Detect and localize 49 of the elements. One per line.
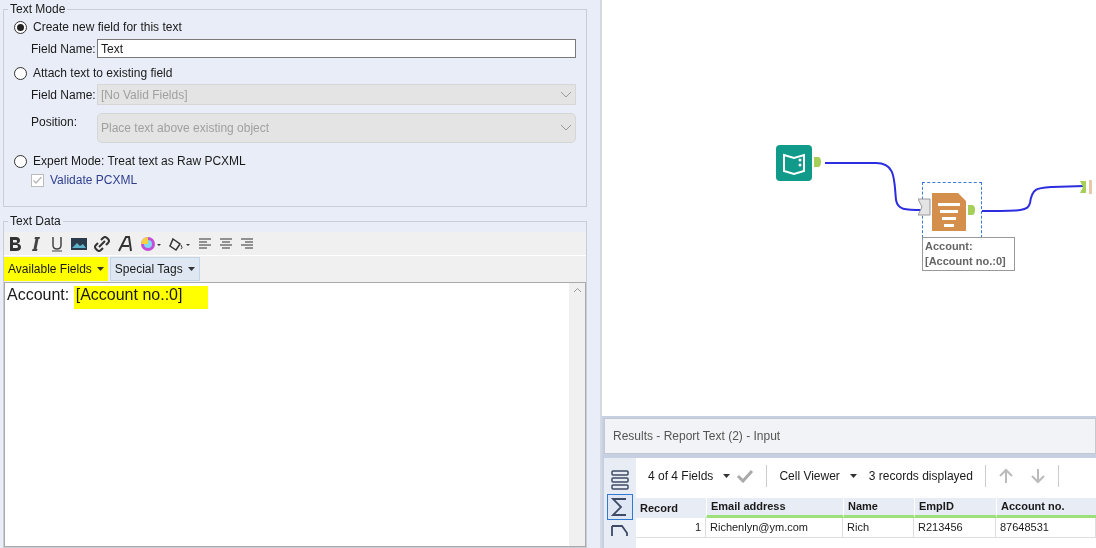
group-legend: Text Mode xyxy=(8,2,68,16)
table-cell: Richenlyn@ym.com xyxy=(706,518,843,537)
radio-label[interactable]: Attach text to existing field xyxy=(33,64,173,82)
caret-icon[interactable] xyxy=(96,267,104,271)
list-icon[interactable] xyxy=(610,470,630,490)
menu-button[interactable]: Available Fields xyxy=(4,257,108,281)
radio-label[interactable]: Create new field for this text xyxy=(33,18,182,36)
scrollbar[interactable] xyxy=(569,283,585,546)
fields-dropdown[interactable]: 4 of 4 Fields xyxy=(648,467,731,485)
records-count: 3 records displayed xyxy=(868,468,973,485)
field-label: Field Name: xyxy=(31,40,97,58)
column-header[interactable]: Record xyxy=(636,498,706,518)
table-cell: 87648531 xyxy=(996,518,1096,537)
align-right-icon[interactable] xyxy=(240,235,254,252)
underline-icon[interactable] xyxy=(50,235,64,252)
caret-icon[interactable] xyxy=(187,267,195,271)
menu-button[interactable]: Special Tags xyxy=(109,257,200,281)
image-icon[interactable] xyxy=(71,235,87,252)
radio-label[interactable]: Expert Mode: Treat text as Raw PCXML xyxy=(33,152,246,170)
field-label: Field Name: xyxy=(31,86,97,104)
column-header[interactable]: EmpID xyxy=(914,498,996,518)
link-icon[interactable] xyxy=(94,235,110,252)
editor-text: Account: xyxy=(7,286,71,303)
table-cell: Rich xyxy=(843,518,914,537)
node-annotation: Account: [Account no.:0] xyxy=(922,237,1015,271)
bold-icon[interactable] xyxy=(8,235,22,252)
radio-button[interactable] xyxy=(14,154,27,168)
panel-title: Results - Report Text (2) - Input xyxy=(604,418,1096,454)
sigma-icon[interactable] xyxy=(607,494,633,520)
italic-icon[interactable] xyxy=(29,235,43,252)
field-label: Position: xyxy=(31,114,79,131)
align-left-icon[interactable] xyxy=(198,235,212,252)
viewer-dropdown[interactable]: Cell Viewer xyxy=(779,467,857,485)
check-icon[interactable] xyxy=(736,469,755,483)
radio-button[interactable] xyxy=(14,20,27,34)
caret-icon[interactable] xyxy=(849,474,857,478)
input-anchor-icon xyxy=(1080,180,1092,194)
column-header[interactable]: Name xyxy=(843,498,914,518)
table-cell: R213456 xyxy=(914,518,996,537)
editor-text: [Account no.:0] xyxy=(73,286,209,309)
align-center-icon[interactable] xyxy=(219,235,233,252)
caret-icon[interactable] xyxy=(723,474,731,478)
column-header[interactable]: Email address xyxy=(706,498,843,518)
column-header[interactable]: Account no. xyxy=(996,498,1096,518)
group-legend: Text Data xyxy=(8,214,63,228)
radio-button[interactable] xyxy=(14,66,27,80)
input-field[interactable]: Text xyxy=(97,39,576,58)
color-picker-icon[interactable] xyxy=(140,235,162,252)
font-icon[interactable] xyxy=(117,235,133,252)
